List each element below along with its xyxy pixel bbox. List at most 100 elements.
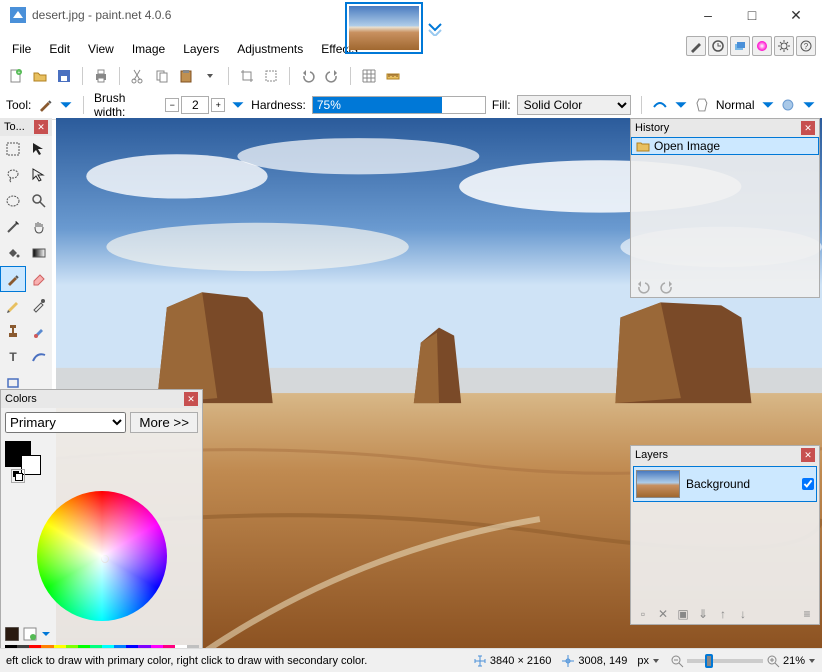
antialias-icon[interactable] <box>652 97 668 113</box>
menu-edit[interactable]: Edit <box>41 38 78 60</box>
print-icon[interactable] <box>91 66 111 86</box>
move-selection-tool[interactable] <box>26 136 52 162</box>
palette-current-color[interactable] <box>5 627 19 641</box>
move-pixels-tool[interactable] <box>26 162 52 188</box>
menu-file[interactable]: File <box>4 38 39 60</box>
move-down-icon[interactable]: ↓ <box>735 606 751 622</box>
maximize-button[interactable]: □ <box>730 1 774 29</box>
menu-image[interactable]: Image <box>124 38 173 60</box>
zoom-out-icon[interactable] <box>670 654 684 668</box>
pan-tool[interactable] <box>26 214 52 240</box>
tools-panel-close[interactable]: ✕ <box>34 120 48 134</box>
history-panel-title: History <box>635 122 669 134</box>
save-file-icon[interactable] <box>54 66 74 86</box>
rect-select-tool[interactable] <box>0 136 26 162</box>
layers-panel-title: Layers <box>635 449 668 461</box>
zoom-tool[interactable] <box>26 188 52 214</box>
brush-width-label: Brush width: <box>94 91 159 119</box>
blend-icon[interactable] <box>694 97 710 113</box>
fill-select[interactable]: Solid Color <box>517 95 632 115</box>
gradient-tool[interactable] <box>26 240 52 266</box>
antialias-dropdown-icon[interactable] <box>674 98 688 112</box>
colors-panel-close[interactable]: ✕ <box>184 392 198 406</box>
crop-icon[interactable] <box>237 66 257 86</box>
ruler-icon[interactable] <box>383 66 403 86</box>
zoom-in-icon[interactable] <box>766 654 780 668</box>
blend-dropdown-icon[interactable] <box>761 98 775 112</box>
colors-panel: Colors ✕ Primary More >> <box>0 389 203 662</box>
tool-options-bar: Tool: Brush width: − + Hardness: 75% Fil… <box>0 90 822 120</box>
color-target-select[interactable]: Primary <box>5 412 126 433</box>
zoom-dropdown-icon[interactable] <box>808 657 816 665</box>
unit-dropdown-icon[interactable] <box>652 657 660 665</box>
paste-dropdown-icon[interactable] <box>200 66 220 86</box>
line-tool[interactable] <box>26 344 52 370</box>
undo-icon[interactable] <box>298 66 318 86</box>
clone-stamp-tool[interactable] <box>0 318 26 344</box>
layer-visibility-checkbox[interactable] <box>802 478 814 490</box>
history-redo-icon[interactable] <box>659 279 675 295</box>
history-item[interactable]: Open Image <box>631 137 819 155</box>
color-wheel[interactable] <box>37 491 167 621</box>
delete-layer-icon[interactable]: ✕ <box>655 606 671 622</box>
thumbnail-dropdown-icon[interactable] <box>427 20 443 36</box>
layers-panel-close[interactable]: ✕ <box>801 448 815 462</box>
eraser-tool[interactable] <box>26 266 52 292</box>
brush-width-input[interactable] <box>181 96 209 114</box>
color-picker-tool[interactable] <box>26 292 52 318</box>
duplicate-layer-icon[interactable]: ▣ <box>675 606 691 622</box>
tool-dropdown-icon[interactable] <box>59 98 73 112</box>
paint-bucket-tool[interactable] <box>0 240 26 266</box>
menu-layers[interactable]: Layers <box>175 38 227 60</box>
svg-text:+: + <box>18 70 21 76</box>
lasso-tool[interactable] <box>0 162 26 188</box>
colors-more-button[interactable]: More >> <box>130 412 198 433</box>
redo-icon[interactable] <box>322 66 342 86</box>
palette-dropdown-icon[interactable] <box>41 629 51 639</box>
text-tool[interactable]: T <box>0 344 26 370</box>
menu-adjustments[interactable]: Adjustments <box>229 38 311 60</box>
merge-down-icon[interactable]: ⇓ <box>695 606 711 622</box>
layer-item[interactable]: Background <box>633 466 817 502</box>
current-tool-icon[interactable] <box>37 97 53 113</box>
history-panel-close[interactable]: ✕ <box>801 121 815 135</box>
help-icon[interactable]: ? <box>796 36 816 56</box>
magic-wand-tool[interactable] <box>0 214 26 240</box>
cut-icon[interactable] <box>128 66 148 86</box>
zoom-slider[interactable] <box>687 659 763 663</box>
add-layer-icon[interactable]: ▫ <box>635 606 651 622</box>
minimize-button[interactable]: – <box>686 1 730 29</box>
layers-toggle-icon[interactable] <box>730 36 750 56</box>
brush-width-increase[interactable]: + <box>211 98 225 112</box>
history-toggle-icon[interactable] <box>708 36 728 56</box>
open-file-icon[interactable] <box>30 66 50 86</box>
close-button[interactable]: ✕ <box>774 1 818 29</box>
deselect-icon[interactable] <box>261 66 281 86</box>
tools-toggle-icon[interactable] <box>686 36 706 56</box>
copy-icon[interactable] <box>152 66 172 86</box>
paintbrush-tool[interactable] <box>0 266 26 292</box>
new-file-icon[interactable]: + <box>6 66 26 86</box>
hardness-slider[interactable]: 75% <box>312 96 486 114</box>
swap-colors-icon[interactable] <box>11 469 25 483</box>
hardness-label: Hardness: <box>251 98 306 112</box>
paste-icon[interactable] <box>176 66 196 86</box>
ellipse-select-tool[interactable] <box>0 188 26 214</box>
brush-width-dropdown-icon[interactable] <box>231 98 245 112</box>
pencil-tool[interactable] <box>0 292 26 318</box>
recolor-tool[interactable] <box>26 318 52 344</box>
settings-icon[interactable] <box>774 36 794 56</box>
utility-toolbar: ? <box>686 36 816 56</box>
menu-view[interactable]: View <box>80 38 122 60</box>
colors-toggle-icon[interactable] <box>752 36 772 56</box>
image-thumbnail[interactable] <box>345 2 423 54</box>
palette-add-icon[interactable] <box>23 627 37 641</box>
layer-properties-icon[interactable]: ≡ <box>799 606 815 622</box>
move-up-icon[interactable]: ↑ <box>715 606 731 622</box>
history-undo-icon[interactable] <box>635 279 651 295</box>
grid-icon[interactable] <box>359 66 379 86</box>
overwrite-dropdown-icon[interactable] <box>802 98 816 112</box>
overwrite-icon[interactable] <box>780 97 796 113</box>
colors-panel-title: Colors <box>5 393 37 405</box>
brush-width-decrease[interactable]: − <box>165 98 179 112</box>
